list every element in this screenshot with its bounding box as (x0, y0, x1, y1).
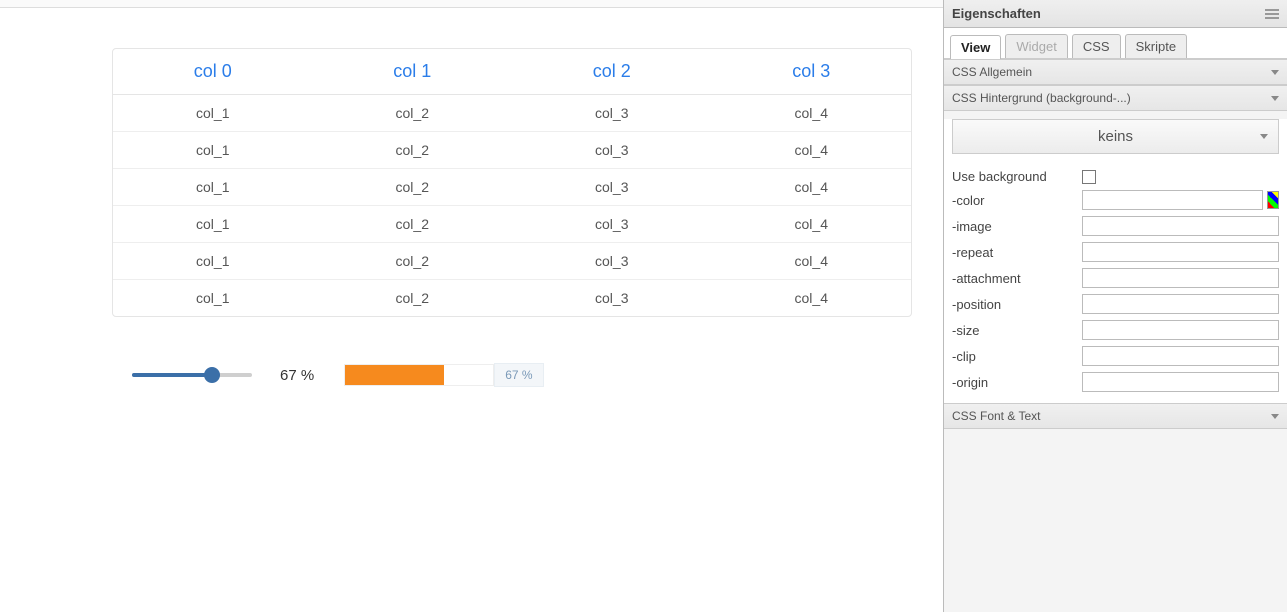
prop-label: -repeat (952, 245, 1082, 260)
cell: col_2 (313, 243, 513, 280)
prop-image: -image (944, 213, 1287, 239)
position-input[interactable] (1082, 294, 1279, 314)
cell: col_2 (313, 206, 513, 243)
cell: col_1 (113, 243, 313, 280)
progress-widget: 67 % (344, 363, 543, 387)
cell: col_2 (313, 132, 513, 169)
slider-handle[interactable] (204, 367, 220, 383)
cell: col_1 (113, 95, 313, 132)
slider-track[interactable] (132, 373, 252, 377)
progress-fill (345, 365, 444, 385)
prop-repeat: -repeat (944, 239, 1287, 265)
table-widget: col 0 col 1 col 2 col 3 col_1col_2col_3c… (112, 48, 912, 317)
origin-input[interactable] (1082, 372, 1279, 392)
table-header: col 0 (113, 49, 313, 95)
table-header: col 2 (512, 49, 712, 95)
section-css-hintergrund[interactable]: CSS Hintergrund (background-...) (944, 85, 1287, 111)
cell: col_3 (512, 280, 712, 317)
panel-header: Eigenschaften (944, 0, 1287, 28)
cell: col_4 (712, 280, 912, 317)
prop-label: -image (952, 219, 1082, 234)
prop-color: -color (944, 187, 1287, 213)
cell: col_3 (512, 132, 712, 169)
cell: col_4 (712, 95, 912, 132)
tab-widget[interactable]: Widget (1005, 34, 1067, 58)
prop-label: -origin (952, 375, 1082, 390)
prop-label: -clip (952, 349, 1082, 364)
slider-widget: 67 % (132, 367, 314, 384)
table-row: col_1col_2col_3col_4 (113, 280, 911, 317)
color-picker-icon[interactable] (1267, 191, 1279, 209)
prop-label: -position (952, 297, 1082, 312)
controls-row: 67 % 67 % (112, 363, 943, 387)
progress-value-label: 67 % (494, 363, 543, 387)
cell: col_2 (313, 95, 513, 132)
properties-panel: Eigenschaften View Widget CSS Skripte CS… (943, 0, 1287, 612)
cell: col_1 (113, 280, 313, 317)
slider-fill (132, 373, 212, 377)
section-css-allgemein[interactable]: CSS Allgemein (944, 59, 1287, 85)
progress-bar (344, 364, 494, 386)
cell: col_2 (313, 280, 513, 317)
prop-use-background: Use background (944, 166, 1287, 187)
section-label: CSS Hintergrund (background-...) (952, 91, 1131, 105)
cell: col_4 (712, 206, 912, 243)
property-list: Use background -color -image -repeat -at… (944, 162, 1287, 403)
cell: col_1 (113, 206, 313, 243)
section-label: CSS Allgemein (952, 65, 1032, 79)
table-row: col_1col_2col_3col_4 (113, 95, 911, 132)
prop-label: Use background (952, 169, 1082, 184)
cell: col_4 (712, 169, 912, 206)
cell: col_3 (512, 243, 712, 280)
chevron-down-icon (1271, 70, 1279, 75)
prop-attachment: -attachment (944, 265, 1287, 291)
table-body: col_1col_2col_3col_4 col_1col_2col_3col_… (113, 95, 911, 317)
prop-position: -position (944, 291, 1287, 317)
background-preset-select[interactable]: keins (952, 119, 1279, 154)
cell: col_4 (712, 132, 912, 169)
prop-label: -color (952, 193, 1082, 208)
chevron-down-icon (1260, 134, 1268, 139)
panel-title: Eigenschaften (952, 6, 1041, 21)
table-header-row: col 0 col 1 col 2 col 3 (113, 49, 911, 95)
size-input[interactable] (1082, 320, 1279, 340)
tab-css[interactable]: CSS (1072, 34, 1121, 58)
section-body-hintergrund: keins Use background -color -image -repe… (944, 119, 1287, 403)
cell: col_2 (313, 169, 513, 206)
color-input[interactable] (1082, 190, 1263, 210)
prop-origin: -origin (944, 369, 1287, 395)
cell: col_3 (512, 95, 712, 132)
table-header: col 3 (712, 49, 912, 95)
table-header: col 1 (313, 49, 513, 95)
image-input[interactable] (1082, 216, 1279, 236)
cell: col_1 (113, 132, 313, 169)
cell: col_4 (712, 243, 912, 280)
table-row: col_1col_2col_3col_4 (113, 243, 911, 280)
table-row: col_1col_2col_3col_4 (113, 206, 911, 243)
panel-menu-icon[interactable] (1265, 9, 1279, 19)
tab-view[interactable]: View (950, 35, 1001, 59)
section-label: CSS Font & Text (952, 409, 1040, 423)
cell: col_3 (512, 206, 712, 243)
table-row: col_1col_2col_3col_4 (113, 132, 911, 169)
slider-value-label: 67 % (280, 367, 314, 384)
prop-clip: -clip (944, 343, 1287, 369)
cell: col_3 (512, 169, 712, 206)
clip-input[interactable] (1082, 346, 1279, 366)
table-row: col_1col_2col_3col_4 (113, 169, 911, 206)
panel-tabs: View Widget CSS Skripte (944, 28, 1287, 59)
select-value: keins (1098, 128, 1133, 145)
use-background-checkbox[interactable] (1082, 170, 1096, 184)
prop-size: -size (944, 317, 1287, 343)
tab-skripte[interactable]: Skripte (1125, 34, 1187, 58)
canvas-area: col 0 col 1 col 2 col 3 col_1col_2col_3c… (0, 8, 943, 612)
repeat-input[interactable] (1082, 242, 1279, 262)
section-css-font[interactable]: CSS Font & Text (944, 403, 1287, 429)
prop-label: -attachment (952, 271, 1082, 286)
attachment-input[interactable] (1082, 268, 1279, 288)
prop-label: -size (952, 323, 1082, 338)
chevron-down-icon (1271, 414, 1279, 419)
chevron-down-icon (1271, 96, 1279, 101)
cell: col_1 (113, 169, 313, 206)
